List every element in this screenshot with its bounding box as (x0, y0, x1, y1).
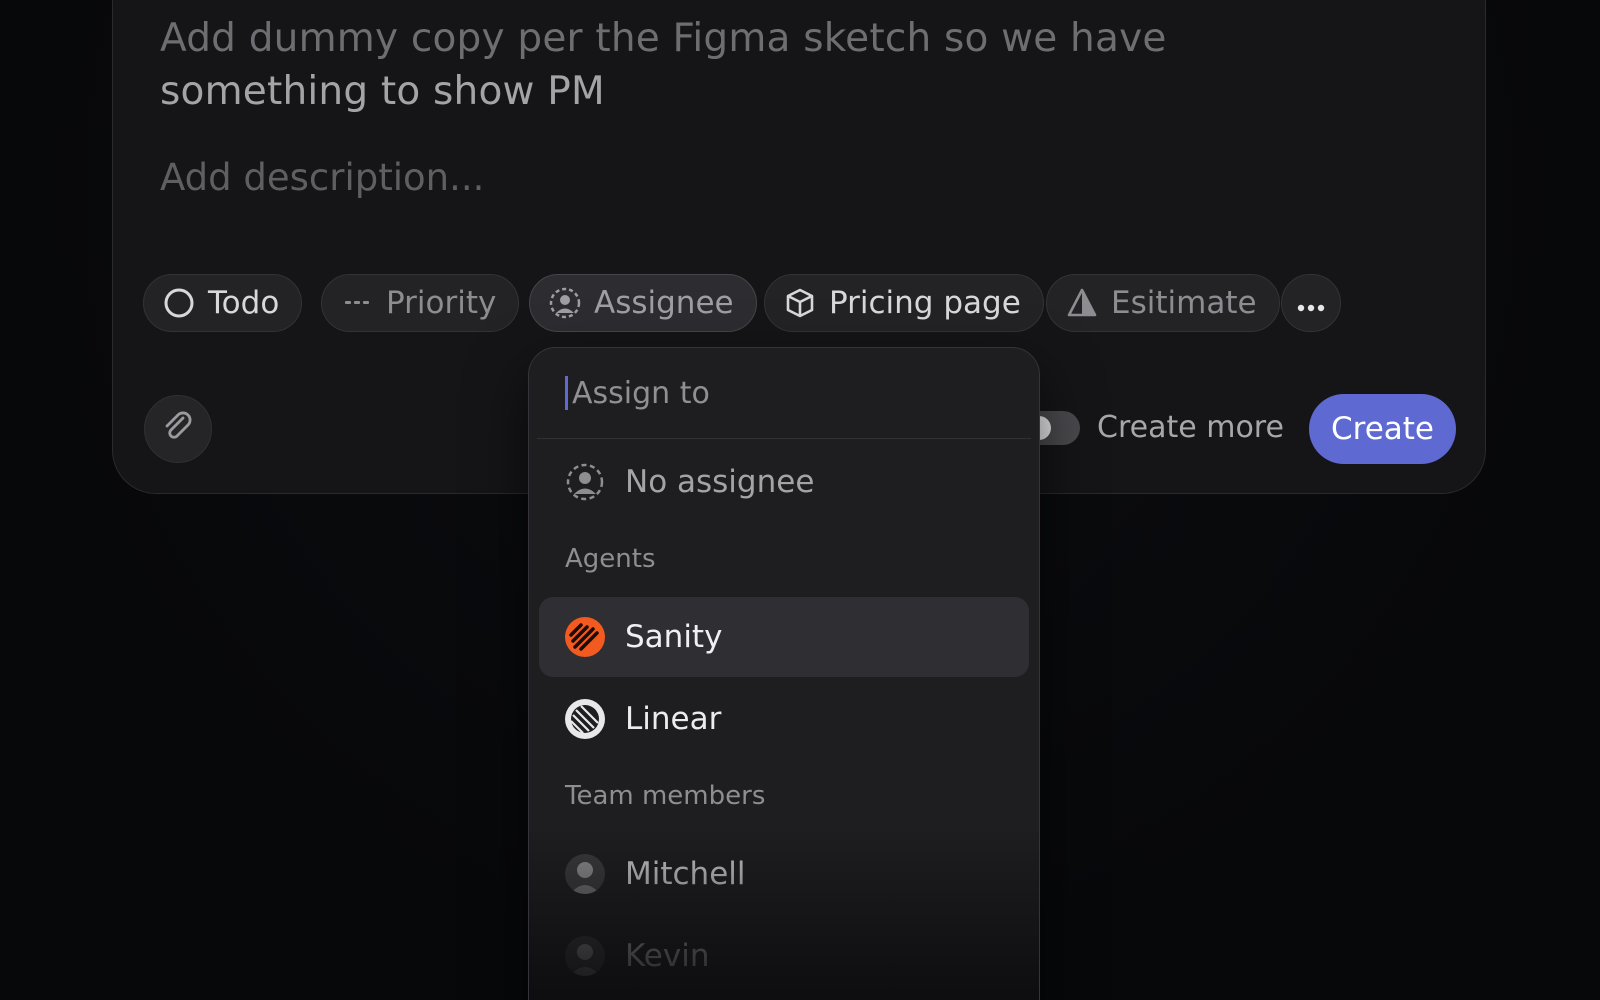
create-button[interactable]: Create (1309, 394, 1456, 464)
no-assignee-label: No assignee (625, 464, 815, 500)
assignee-dropdown: No assignee Agents Sanity Linear Team me… (528, 347, 1040, 1000)
issue-title-line-1: Add dummy copy per the Figma sketch so w… (160, 16, 1167, 61)
assignee-chip-label: Assignee (594, 285, 734, 321)
estimate-triangle-icon (1065, 286, 1099, 320)
no-assignee-icon (565, 462, 605, 502)
member-mitchell-label: Mitchell (625, 856, 746, 892)
mitchell-avatar (565, 854, 605, 894)
issue-description-field[interactable]: Add description... (160, 156, 484, 199)
assignee-chip[interactable]: Assignee (529, 274, 757, 332)
option-member-mitchell[interactable]: Mitchell (539, 834, 1029, 914)
agents-group-label: Agents (565, 544, 656, 574)
no-priority-icon (340, 286, 374, 320)
option-member-kevin[interactable]: Kevin (539, 916, 1029, 996)
project-box-icon (783, 286, 817, 320)
estimate-chip-label: Esitimate (1111, 285, 1257, 321)
paperclip-icon (161, 410, 195, 448)
team-members-group-label: Team members (565, 781, 766, 811)
kevin-avatar (565, 936, 605, 976)
agent-linear-label: Linear (625, 701, 722, 737)
sanity-logo-icon (565, 617, 605, 657)
agent-sanity-label: Sanity (625, 619, 723, 655)
linear-logo-icon (565, 699, 605, 739)
issue-title-field[interactable]: Add dummy copy per the Figma sketch so w… (160, 12, 1260, 118)
priority-chip-label: Priority (386, 285, 497, 321)
app-root: Add dummy copy per the Figma sketch so w… (0, 0, 1600, 1000)
text-caret (565, 376, 568, 410)
project-chip-label: Pricing page (829, 285, 1021, 321)
member-kevin-label: Kevin (625, 938, 710, 974)
assignee-icon (548, 286, 582, 320)
assign-search-input[interactable] (570, 374, 974, 412)
ellipsis-icon (1296, 285, 1326, 321)
option-agent-linear[interactable]: Linear (539, 679, 1029, 759)
status-chip-label: Todo (208, 285, 280, 321)
project-chip[interactable]: Pricing page (764, 274, 1044, 332)
more-options-button[interactable] (1281, 274, 1341, 332)
issue-title-line-2: something to show PM (160, 69, 605, 114)
priority-chip[interactable]: Priority (321, 274, 520, 332)
estimate-chip[interactable]: Esitimate (1046, 274, 1280, 332)
status-chip[interactable]: Todo (143, 274, 303, 332)
option-agent-sanity[interactable]: Sanity (539, 597, 1029, 677)
attach-file-button[interactable] (144, 395, 212, 463)
option-no-assignee[interactable]: No assignee (539, 442, 1029, 522)
status-circle-icon (162, 286, 196, 320)
dropdown-divider (537, 438, 1031, 439)
create-more-label: Create more (1097, 410, 1284, 445)
assign-search[interactable] (565, 368, 974, 418)
